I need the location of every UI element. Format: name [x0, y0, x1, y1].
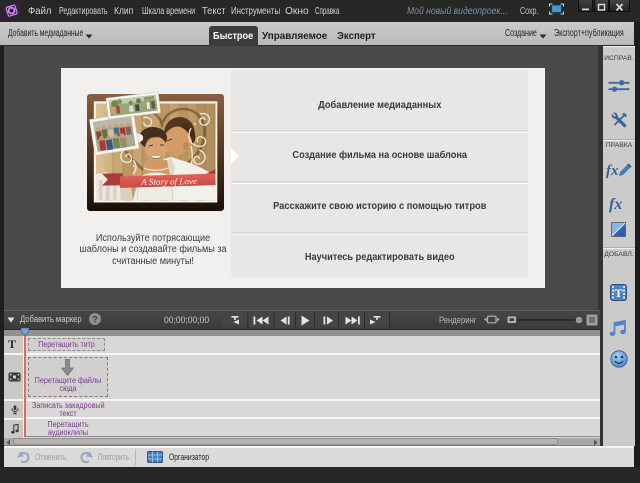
svg-text:fx: fx [606, 163, 619, 179]
svg-text:T: T [614, 286, 622, 300]
svg-text:?: ? [92, 315, 98, 325]
svg-text:fx: fx [609, 196, 622, 213]
svg-text:A Story of Love: A Story of Love [140, 176, 197, 187]
